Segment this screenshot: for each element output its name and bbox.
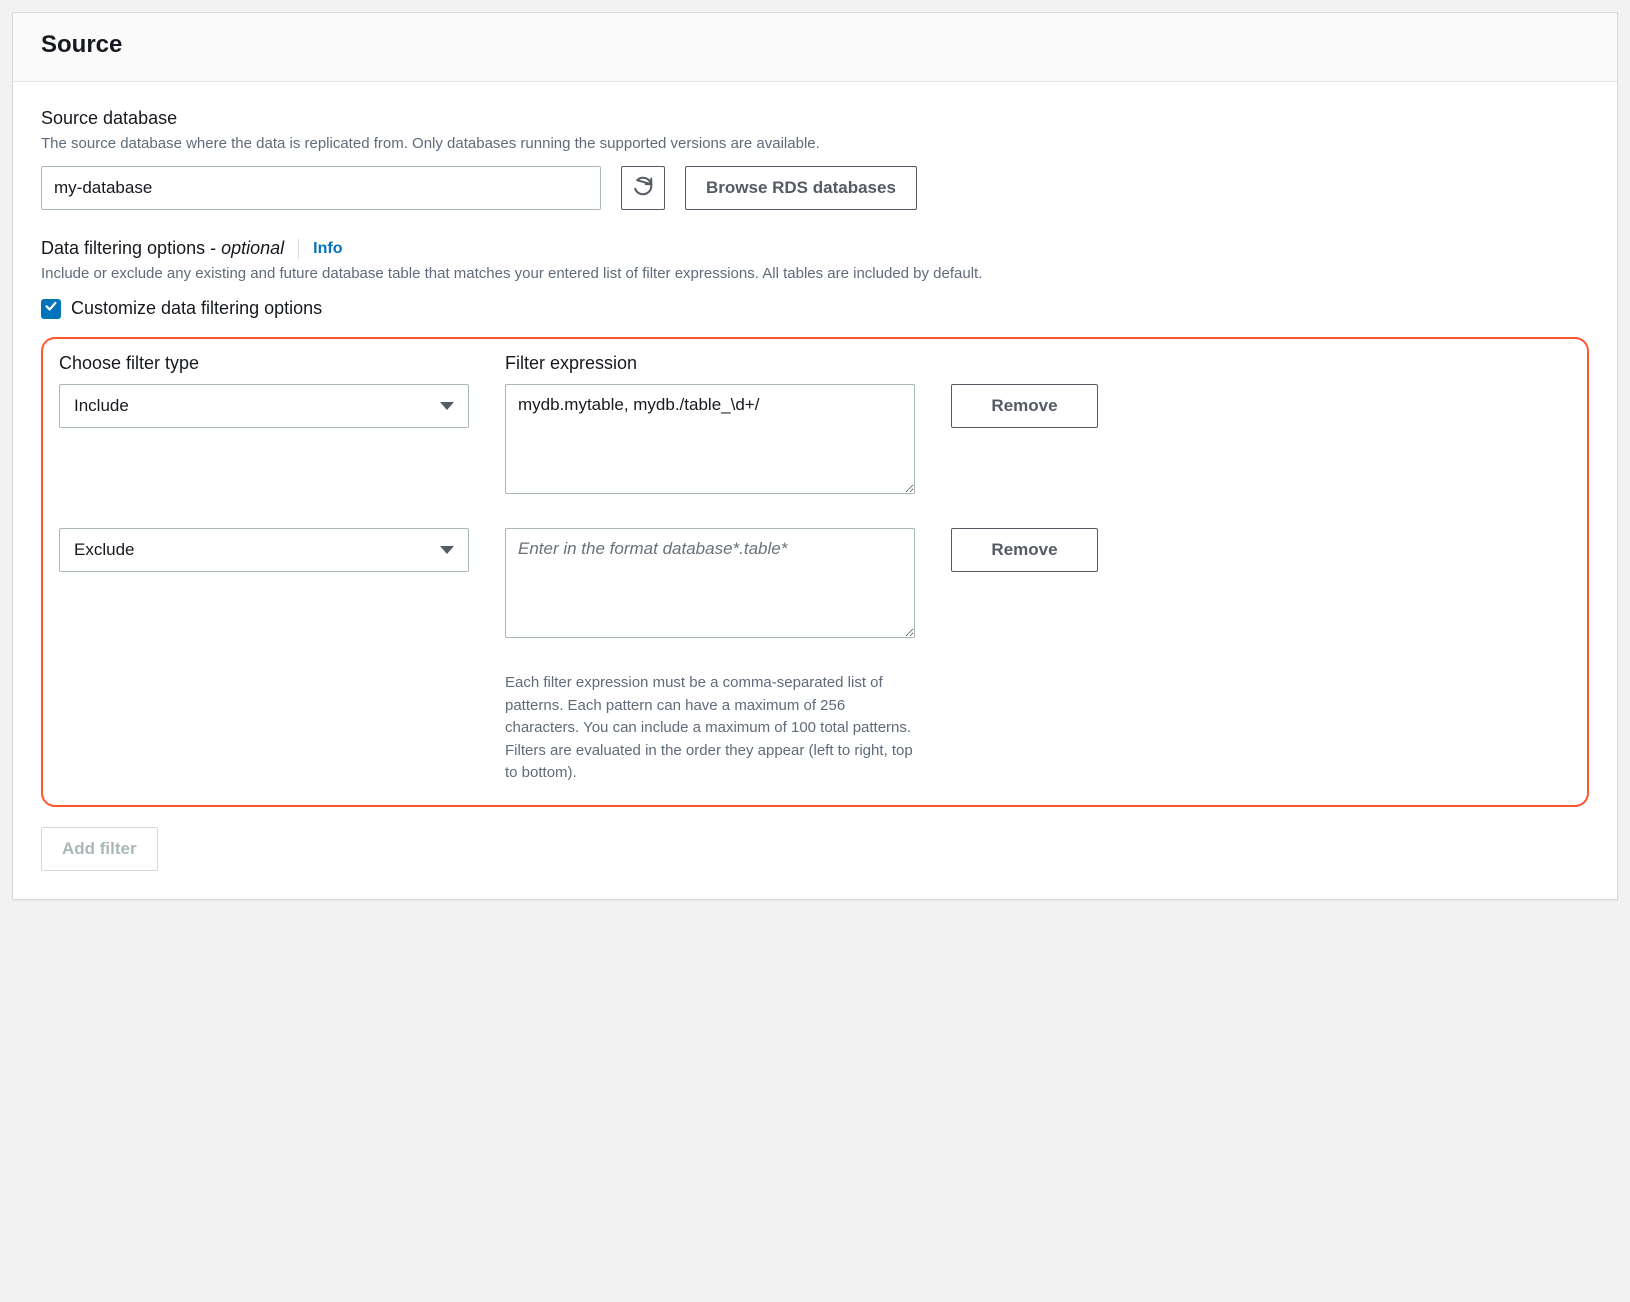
chevron-down-icon xyxy=(440,546,454,554)
customize-checkbox-row: Customize data filtering options xyxy=(41,298,1589,319)
filtering-label-row: Data filtering options - optional Info xyxy=(41,238,1589,259)
source-db-label: Source database xyxy=(41,108,1589,129)
filter-row: Include Remove xyxy=(59,384,1571,494)
filter-config-box: Choose filter type Filter expression Inc… xyxy=(41,337,1589,807)
add-filter-button[interactable]: Add filter xyxy=(41,827,158,871)
filtering-description: Include or exclude any existing and futu… xyxy=(41,263,1589,284)
customize-checkbox-label: Customize data filtering options xyxy=(71,298,322,319)
filter-type-select[interactable]: Include xyxy=(59,384,469,428)
check-icon xyxy=(44,299,58,318)
filter-expression-input[interactable] xyxy=(505,528,915,638)
filter-type-value: Exclude xyxy=(74,540,134,560)
filtering-label: Data filtering options - optional xyxy=(41,238,284,259)
browse-rds-button[interactable]: Browse RDS databases xyxy=(685,166,917,210)
refresh-icon xyxy=(632,175,654,202)
panel-header: Source xyxy=(13,13,1617,82)
filter-help-text: Each filter expression must be a comma-s… xyxy=(505,672,915,785)
panel-body: Source database The source database wher… xyxy=(13,82,1617,899)
remove-filter-button[interactable]: Remove xyxy=(951,384,1098,428)
panel-title: Source xyxy=(41,31,1589,59)
source-panel: Source Source database The source databa… xyxy=(12,12,1618,900)
chevron-down-icon xyxy=(440,402,454,410)
source-db-description: The source database where the data is re… xyxy=(41,133,1589,154)
filter-type-header: Choose filter type xyxy=(59,353,469,374)
info-link[interactable]: Info xyxy=(313,240,342,258)
remove-filter-button[interactable]: Remove xyxy=(951,528,1098,572)
filter-headers: Choose filter type Filter expression xyxy=(59,353,1571,374)
refresh-button[interactable] xyxy=(621,166,665,210)
filter-help-row: Each filter expression must be a comma-s… xyxy=(59,672,1571,785)
filter-expression-header: Filter expression xyxy=(505,353,915,374)
filter-type-select[interactable]: Exclude xyxy=(59,528,469,572)
source-db-row: Browse RDS databases xyxy=(41,166,1589,210)
filter-type-value: Include xyxy=(74,396,129,416)
customize-checkbox[interactable] xyxy=(41,299,61,319)
vertical-divider xyxy=(298,239,299,259)
filter-expression-input[interactable] xyxy=(505,384,915,494)
source-db-input[interactable] xyxy=(41,166,601,210)
filter-row: Exclude Remove xyxy=(59,528,1571,638)
